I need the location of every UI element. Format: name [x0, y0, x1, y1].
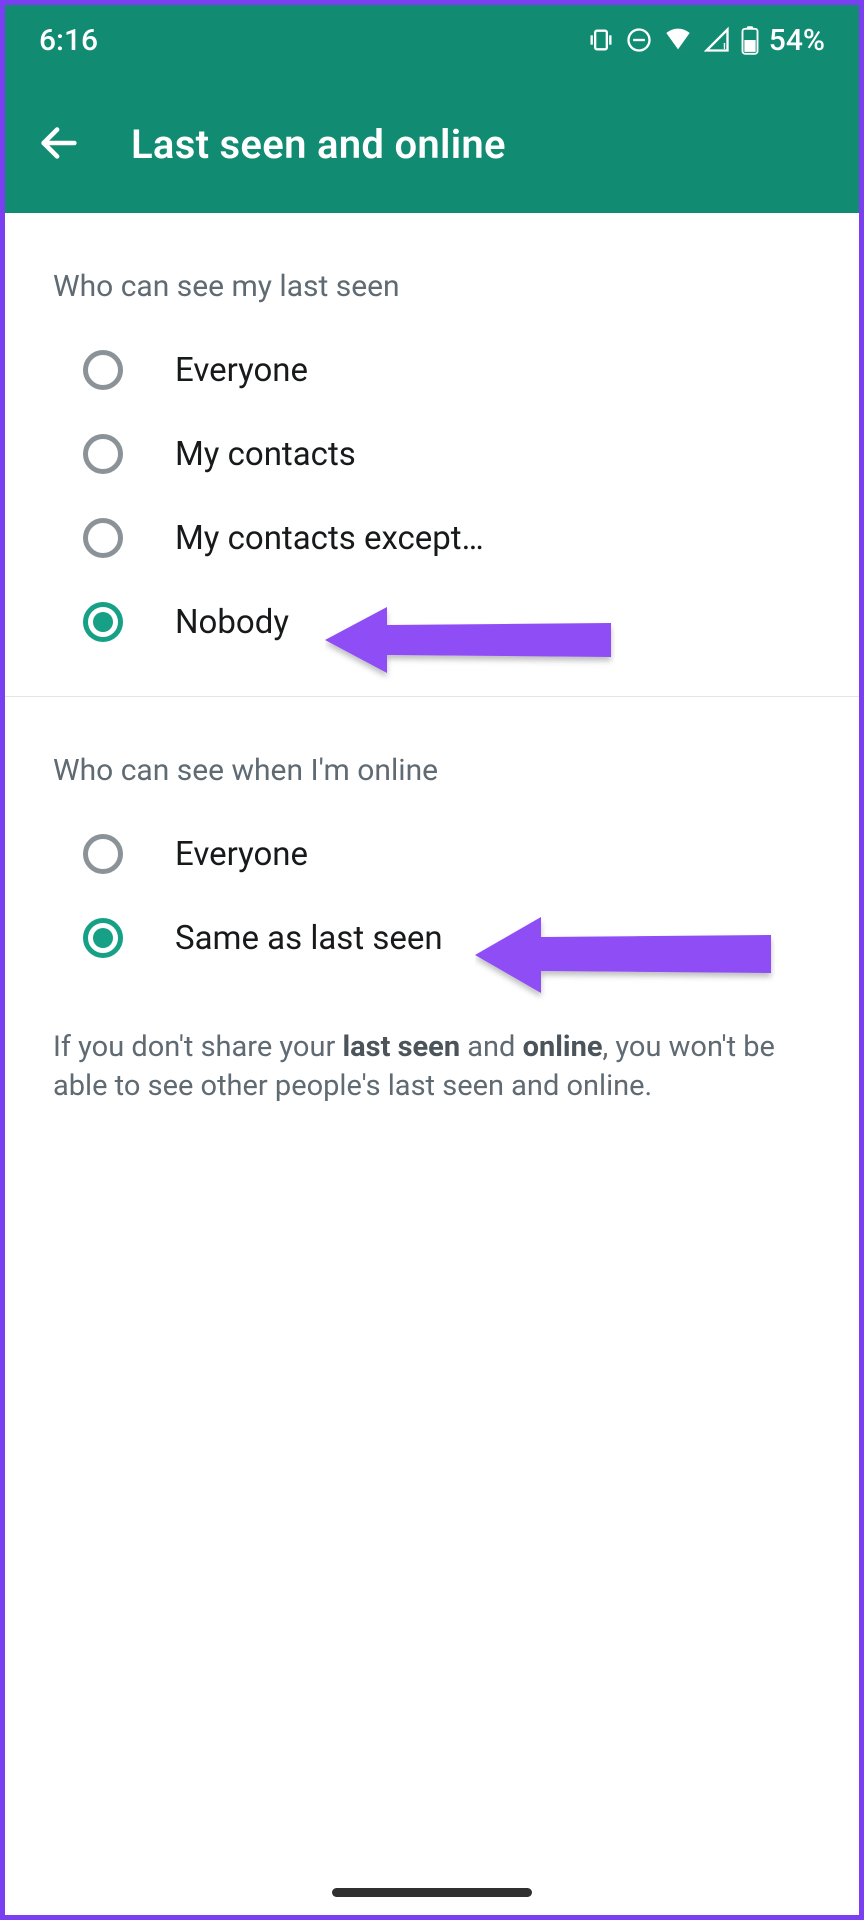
status-bar: 6:16 — [5, 5, 859, 75]
option-nobody-lastseen[interactable]: Nobody — [5, 580, 859, 664]
option-label: My contacts except… — [175, 519, 484, 558]
option-label: Same as last seen — [175, 919, 443, 958]
radio-icon — [83, 834, 123, 874]
section-title-online: Who can see when I'm online — [5, 733, 859, 812]
option-label: My contacts — [175, 435, 356, 474]
dnd-icon — [625, 26, 653, 54]
radio-icon — [83, 434, 123, 474]
help-text-segment: If you don't share your — [53, 1030, 342, 1064]
option-same-as-lastseen-online[interactable]: Same as last seen — [5, 896, 859, 980]
help-text-segment: and — [460, 1030, 523, 1064]
option-label: Nobody — [175, 603, 289, 642]
option-everyone-online[interactable]: Everyone — [5, 812, 859, 896]
option-mycontacts-except-lastseen[interactable]: My contacts except… — [5, 496, 859, 580]
option-everyone-lastseen[interactable]: Everyone — [5, 328, 859, 412]
section-title-last-seen: Who can see my last seen — [5, 249, 859, 328]
status-right: ! 54% — [587, 23, 825, 58]
help-text-bold: last seen — [342, 1030, 460, 1064]
help-text-bold: online — [523, 1030, 603, 1064]
back-button[interactable] — [29, 114, 89, 174]
radio-icon — [83, 518, 123, 558]
svg-text:!: ! — [723, 41, 726, 54]
app-bar: Last seen and online — [5, 75, 859, 213]
option-mycontacts-lastseen[interactable]: My contacts — [5, 412, 859, 496]
option-label: Everyone — [175, 835, 308, 874]
radio-icon — [83, 350, 123, 390]
content: Who can see my last seen Everyone My con… — [5, 213, 859, 1915]
radio-icon — [83, 918, 123, 958]
battery-icon — [741, 25, 759, 55]
radio-icon — [83, 602, 123, 642]
vibrate-icon — [587, 26, 615, 54]
section-last-seen: Who can see my last seen Everyone My con… — [5, 213, 859, 684]
privacy-help-text: If you don't share your last seen and on… — [5, 1000, 859, 1116]
section-online: Who can see when I'm online Everyone Sam… — [5, 697, 859, 1000]
wifi-icon — [663, 26, 693, 54]
nav-handle[interactable] — [332, 1888, 532, 1897]
signal-icon: ! — [703, 26, 731, 54]
status-time: 6:16 — [39, 23, 98, 58]
page-title: Last seen and online — [131, 121, 506, 168]
arrow-left-icon — [36, 120, 82, 169]
battery-percent: 54% — [769, 23, 825, 58]
option-label: Everyone — [175, 351, 308, 390]
